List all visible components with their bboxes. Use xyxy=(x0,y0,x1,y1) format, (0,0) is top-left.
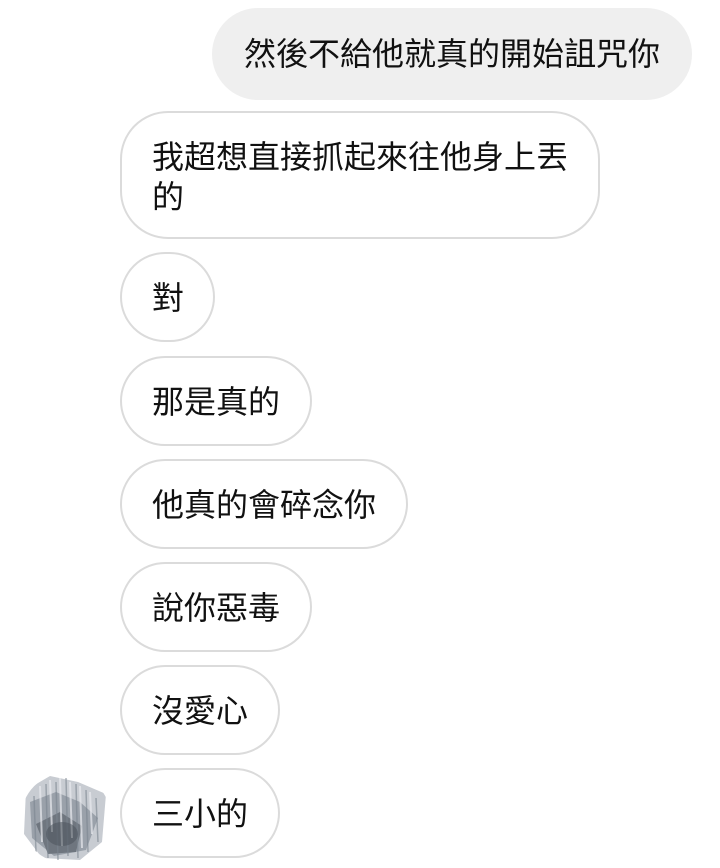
message-bubble-incoming[interactable]: 沒愛心 xyxy=(120,665,280,755)
message-text: 對 xyxy=(152,279,185,317)
message-text: 那是真的 xyxy=(152,383,281,421)
message-bubble-incoming[interactable]: 三小的 xyxy=(120,768,280,858)
message-bubble-incoming[interactable]: 那是真的 xyxy=(120,356,312,446)
message-bubble-outgoing[interactable]: 然後不給他就真的開始詛咒你 xyxy=(212,8,692,100)
message-bubble-incoming[interactable]: 我超想直接抓起來往他身上丟的 xyxy=(120,111,600,239)
message-bubble-incoming[interactable]: 他真的會碎念你 xyxy=(120,459,408,549)
message-text: 三小的 xyxy=(152,795,249,833)
message-bubble-incoming[interactable]: 對 xyxy=(120,252,215,342)
message-text: 說你惡毒 xyxy=(152,589,281,627)
avatar[interactable] xyxy=(20,772,112,864)
message-text: 然後不給他就真的開始詛咒你 xyxy=(244,35,661,73)
message-text: 沒愛心 xyxy=(152,692,249,730)
message-text: 我超想直接抓起來往他身上丟的 xyxy=(152,138,569,216)
message-bubble-incoming[interactable]: 說你惡毒 xyxy=(120,562,312,652)
avatar-image xyxy=(21,773,111,863)
message-text: 他真的會碎念你 xyxy=(152,486,377,524)
